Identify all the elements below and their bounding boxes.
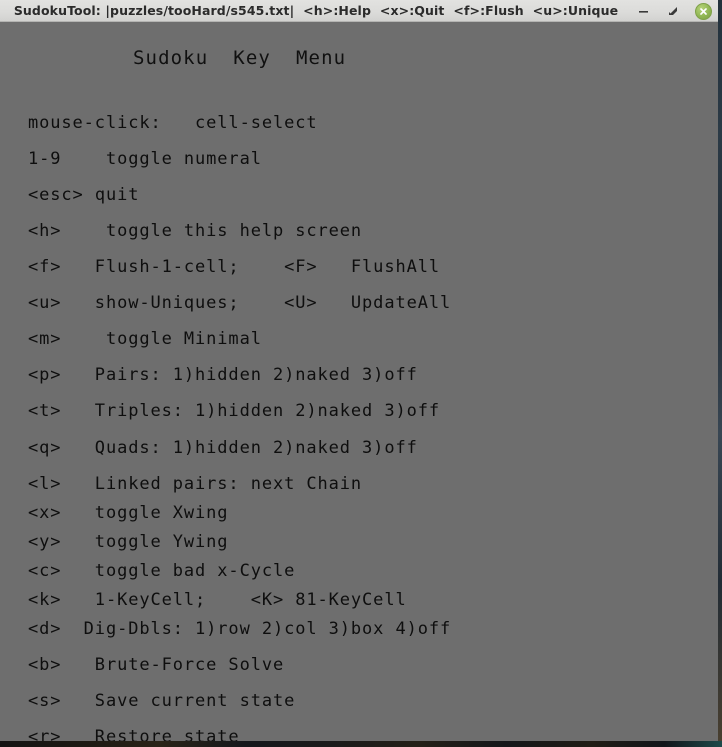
key-binding-row: <x> toggle Xwing xyxy=(28,504,228,522)
key-binding-key: <q> xyxy=(28,438,62,458)
key-binding-key: <b> xyxy=(28,655,62,675)
key-binding-key: <t> xyxy=(28,401,62,421)
key-binding-row: <c> toggle bad x-Cycle xyxy=(28,562,295,580)
key-binding-key: <d> xyxy=(28,619,62,639)
key-binding-row: <q> Quads: 1)hidden 2)naked 3)off xyxy=(28,439,418,457)
key-binding-description: toggle this help screen xyxy=(61,221,363,241)
application-window: SudokuTool: |puzzles/tooHard/s545.txt| <… xyxy=(0,0,718,741)
key-binding-key: <f> xyxy=(28,257,62,277)
key-binding-row: <k> 1-KeyCell; <K> 81-KeyCell xyxy=(28,591,407,609)
key-binding-row: <f> Flush-1-cell; <F> FlushAll xyxy=(28,258,440,276)
key-binding-key: <m> xyxy=(28,329,62,349)
key-binding-description: Flush-1-cell; <F> FlushAll xyxy=(61,257,440,277)
key-binding-row: <h> toggle this help screen xyxy=(28,222,362,240)
key-binding-description: toggle Minimal xyxy=(61,329,262,349)
window-titlebar[interactable]: SudokuTool: |puzzles/tooHard/s545.txt| <… xyxy=(0,0,718,22)
key-binding-description: toggle bad x-Cycle xyxy=(61,561,296,581)
key-binding-description: toggle Xwing xyxy=(61,503,229,523)
close-icon[interactable] xyxy=(695,2,712,20)
key-binding-description: toggle Ywing xyxy=(61,532,229,552)
key-binding-key: 1-9 xyxy=(28,149,62,169)
key-binding-description: Brute-Force Solve xyxy=(61,655,285,675)
key-binding-row: 1-9 toggle numeral xyxy=(28,150,262,168)
key-binding-key: <h> xyxy=(28,221,62,241)
key-binding-row: <m> toggle Minimal xyxy=(28,330,262,348)
desktop-edge-bottom xyxy=(0,741,722,747)
key-binding-description: Pairs: 1)hidden 2)naked 3)off xyxy=(61,365,418,385)
key-binding-row: <p> Pairs: 1)hidden 2)naked 3)off xyxy=(28,366,418,384)
key-binding-description: Linked pairs: next Chain xyxy=(61,474,363,494)
restore-icon[interactable] xyxy=(665,3,682,20)
key-binding-row: <esc> quit xyxy=(28,186,139,204)
key-binding-key: <r> xyxy=(28,727,62,741)
key-binding-key: <c> xyxy=(28,561,62,581)
key-binding-row: <d> Dig-Dbls: 1)row 2)col 3)box 4)off xyxy=(28,620,451,638)
key-binding-key: <s> xyxy=(28,691,62,711)
key-binding-key: mouse-click: xyxy=(28,113,162,133)
key-binding-row: <l> Linked pairs: next Chain xyxy=(28,475,362,493)
help-screen-content: Sudoku Key Menu mouse-click: cell-select… xyxy=(0,22,718,741)
key-binding-row: <t> Triples: 1)hidden 2)naked 3)off xyxy=(28,402,440,420)
key-binding-key: <p> xyxy=(28,365,62,385)
minimize-icon[interactable] xyxy=(635,3,652,20)
key-binding-description: 1-KeyCell; <K> 81-KeyCell xyxy=(61,590,407,610)
key-binding-key: <l> xyxy=(28,474,62,494)
key-binding-description: Save current state xyxy=(61,691,296,711)
key-binding-key: <u> xyxy=(28,293,62,313)
key-binding-description: Quads: 1)hidden 2)naked 3)off xyxy=(61,438,418,458)
key-binding-row: <b> Brute-Force Solve xyxy=(28,656,284,674)
key-binding-description: toggle numeral xyxy=(61,149,262,169)
key-binding-row: <y> toggle Ywing xyxy=(28,533,228,551)
key-binding-key: <y> xyxy=(28,532,62,552)
key-binding-description: cell-select xyxy=(161,113,318,133)
key-binding-description: Triples: 1)hidden 2)naked 3)off xyxy=(61,401,440,421)
window-title: SudokuTool: |puzzles/tooHard/s545.txt| <… xyxy=(13,3,619,18)
key-binding-description: Restore state xyxy=(61,727,240,741)
desktop-edge-right xyxy=(718,0,722,747)
key-binding-row: <u> show-Uniques; <U> UpdateAll xyxy=(28,294,451,312)
page-title: Sudoku Key Menu xyxy=(133,47,347,69)
key-binding-key: <esc> xyxy=(28,185,84,205)
key-binding-description: quit xyxy=(83,185,140,205)
key-binding-key: <k> xyxy=(28,590,62,610)
key-binding-key: <x> xyxy=(28,503,62,523)
key-binding-description: Dig-Dbls: 1)row 2)col 3)box 4)off xyxy=(61,619,452,639)
key-binding-row: <s> Save current state xyxy=(28,692,295,710)
window-controls xyxy=(635,0,712,22)
key-binding-row: mouse-click: cell-select xyxy=(28,114,318,132)
key-binding-description: show-Uniques; <U> UpdateAll xyxy=(61,293,452,313)
key-binding-row: <r> Restore state xyxy=(28,728,240,741)
